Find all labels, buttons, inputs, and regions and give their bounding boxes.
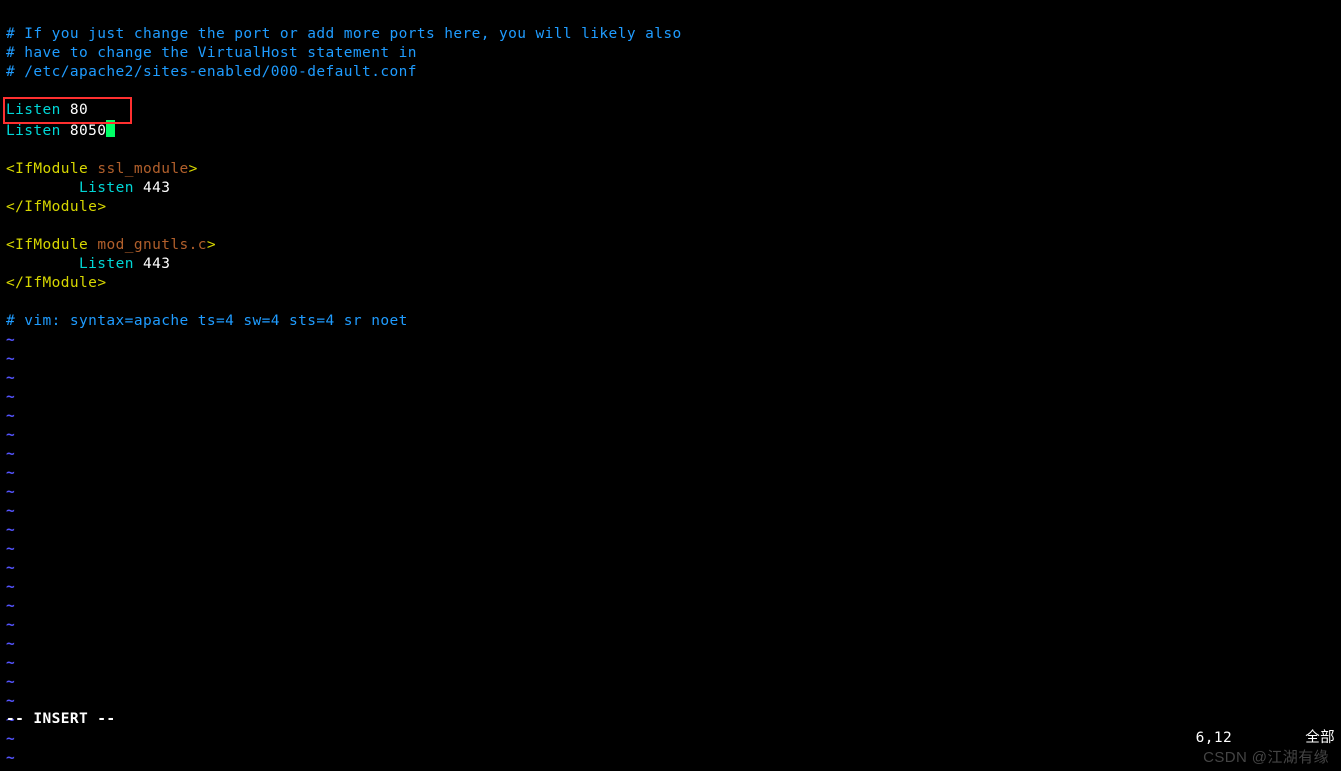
ifmodule-close: </ [6, 199, 24, 215]
ifmodule-tag: IfModule [15, 237, 88, 253]
empty-line-tilde: ~ [6, 541, 15, 557]
comment-line: # have to change the VirtualHost stateme… [6, 45, 417, 61]
empty-line-tilde: ~ [6, 408, 15, 424]
empty-line-tilde: ~ [6, 655, 15, 671]
ifmodule-close-end: > [97, 275, 106, 291]
empty-line-tilde: ~ [6, 636, 15, 652]
ifmodule-tag: IfModule [24, 199, 97, 215]
empty-line-tilde: ~ [6, 446, 15, 462]
indent [6, 256, 79, 272]
empty-line-tilde: ~ [6, 579, 15, 595]
empty-line-tilde: ~ [6, 484, 15, 500]
empty-line-tilde: ~ [6, 389, 15, 405]
ifmodule-open-end: > [189, 161, 198, 177]
vim-modeline: # vim: syntax=apache ts=4 sw=4 sts=4 sr … [6, 313, 408, 329]
cursor-position: 6,12 [1196, 730, 1233, 746]
module-name: ssl_module [88, 161, 188, 177]
listen-directive: Listen [79, 256, 134, 272]
listen-directive: Listen [79, 180, 134, 196]
empty-line-tilde: ~ [6, 617, 15, 633]
empty-line-tilde: ~ [6, 427, 15, 443]
ifmodule-open: < [6, 161, 15, 177]
port-number: 443 [134, 180, 171, 196]
vim-mode-indicator: -- INSERT -- [6, 710, 116, 767]
empty-line-tilde: ~ [6, 332, 15, 348]
empty-line-tilde: ~ [6, 674, 15, 690]
ifmodule-open: < [6, 237, 15, 253]
ifmodule-open-end: > [207, 237, 216, 253]
comment-line: # /etc/apache2/sites-enabled/000-default… [6, 64, 417, 80]
ifmodule-tag: IfModule [15, 161, 88, 177]
indent [6, 180, 79, 196]
empty-line-tilde: ~ [6, 522, 15, 538]
module-name: mod_gnutls.c [88, 237, 207, 253]
empty-line-tilde: ~ [6, 503, 15, 519]
port-number: 80 [61, 102, 88, 118]
scroll-indicator: 全部 [1305, 730, 1335, 746]
empty-line-tilde: ~ [6, 370, 15, 386]
vim-status-right: 6,12 全部 [1141, 710, 1335, 767]
empty-line-tilde: ~ [6, 598, 15, 614]
comment-line: # If you just change the port or add mor… [6, 26, 682, 42]
listen-directive: Listen [6, 123, 61, 139]
empty-line-tilde: ~ [6, 560, 15, 576]
port-number: 8050 [61, 123, 107, 139]
empty-line-tilde: ~ [6, 465, 15, 481]
cursor [106, 120, 115, 137]
ifmodule-tag: IfModule [24, 275, 97, 291]
empty-line-tilde: ~ [6, 693, 15, 709]
ifmodule-close: </ [6, 275, 24, 291]
terminal-editor[interactable]: # If you just change the port or add mor… [0, 0, 1341, 771]
empty-line-tilde: ~ [6, 351, 15, 367]
port-number: 443 [134, 256, 171, 272]
listen-directive: Listen [6, 102, 61, 118]
ifmodule-close-end: > [97, 199, 106, 215]
vim-status-line: -- INSERT -- 6,12 全部 [6, 710, 1335, 767]
